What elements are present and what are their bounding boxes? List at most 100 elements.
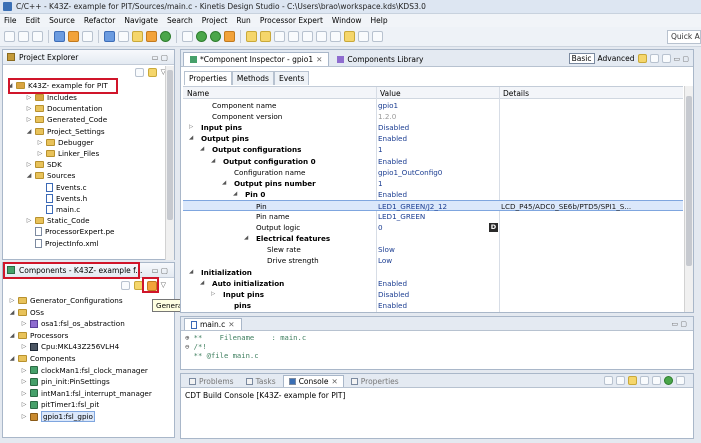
- profile-icon[interactable]: [224, 31, 235, 42]
- expand-icon[interactable]: ▷: [21, 367, 27, 374]
- close-icon[interactable]: ✕: [331, 377, 337, 386]
- terminate-icon[interactable]: [604, 376, 613, 385]
- property-value[interactable]: 1.2.0: [378, 112, 396, 121]
- property-row[interactable]: ◢ Initialization: [183, 267, 683, 278]
- expand-icon[interactable]: ◢: [9, 332, 15, 339]
- property-row[interactable]: Configuration name gpio1_OutConfig0: [183, 167, 683, 178]
- component-item[interactable]: ▷ pin_init:PinSettings: [21, 376, 110, 387]
- advanced-mode-button[interactable]: Advanced: [598, 54, 635, 63]
- property-row[interactable]: pins Enabled: [183, 300, 683, 311]
- property-row[interactable]: Component version 1.2.0: [183, 111, 683, 122]
- property-value[interactable]: 1: [378, 179, 383, 188]
- target-icon[interactable]: [118, 31, 129, 42]
- minimize-icon[interactable]: ▭ ▢: [151, 266, 168, 275]
- property-row[interactable]: Pin name LED1_GREEN: [183, 211, 683, 222]
- property-row[interactable]: Output logic 0 D: [183, 222, 683, 233]
- property-value[interactable]: Enabled: [378, 190, 407, 199]
- expand-icon[interactable]: ▷: [26, 94, 32, 101]
- menu-file[interactable]: File: [4, 16, 17, 25]
- component-item[interactable]: ◢ Components: [9, 353, 76, 364]
- pe-icon[interactable]: [146, 31, 157, 42]
- bug-icon[interactable]: [182, 31, 193, 42]
- property-value[interactable]: Enabled: [378, 279, 407, 288]
- subtab-properties[interactable]: Properties: [184, 71, 232, 85]
- expand-icon[interactable]: ▷: [26, 116, 32, 123]
- expand-icon[interactable]: ▷: [9, 297, 15, 304]
- component-item[interactable]: ▷ clockMan1:fsl_clock_manager: [21, 365, 148, 376]
- component-item[interactable]: ◢ Processors: [9, 330, 69, 341]
- property-row[interactable]: Drive strength Low: [183, 255, 683, 266]
- open-console-icon[interactable]: [676, 376, 685, 385]
- annotation-icon[interactable]: [330, 31, 341, 42]
- expand-icon[interactable]: ▷: [21, 378, 27, 385]
- inspector-scrollbar[interactable]: [684, 86, 693, 312]
- property-row[interactable]: ◢ Pin 0 Enabled: [183, 189, 683, 200]
- property-row[interactable]: ◢ Output configuration 0 Enabled: [183, 156, 683, 167]
- expand-icon[interactable]: ◢: [244, 235, 248, 241]
- tree-item[interactable]: ProcessorExpert.pe: [26, 226, 114, 237]
- tab-component-inspector[interactable]: *Component Inspector - gpio1 ✕: [183, 52, 330, 66]
- expand-icon[interactable]: ▷: [211, 291, 215, 297]
- minimize-icon[interactable]: ▭ ▢: [151, 53, 168, 62]
- scroll-thumb[interactable]: [167, 70, 173, 220]
- basic-mode-button[interactable]: Basic: [568, 53, 595, 64]
- property-value[interactable]: Enabled: [378, 301, 407, 310]
- property-row[interactable]: ▷ Input pins Disabled: [183, 122, 683, 133]
- help-icon[interactable]: [637, 54, 647, 63]
- tree-item[interactable]: ProjectInfo.xml: [26, 238, 99, 249]
- expand-icon[interactable]: ◢: [200, 146, 204, 152]
- component-item[interactable]: ▷ Generator_Configurations: [9, 295, 123, 306]
- property-value[interactable]: gpio1_OutConfig0: [378, 168, 442, 177]
- tab-problems[interactable]: Problems: [184, 376, 239, 387]
- display-console-icon[interactable]: [664, 376, 673, 385]
- build-icon[interactable]: [54, 31, 65, 42]
- pin-icon[interactable]: [316, 31, 327, 42]
- tab-components-library[interactable]: Components Library: [331, 53, 429, 66]
- back-icon[interactable]: [358, 31, 369, 42]
- component-item[interactable]: ◢ OSs: [9, 307, 44, 318]
- component-item[interactable]: ▷ pitTimer1:fsl_pit: [21, 399, 99, 410]
- forward-icon[interactable]: [661, 54, 671, 63]
- property-value[interactable]: 0: [378, 223, 383, 232]
- external-tools-icon[interactable]: [210, 31, 221, 42]
- tab-console[interactable]: Console ✕: [282, 375, 344, 387]
- expand-icon[interactable]: ▷: [21, 413, 27, 420]
- edit-icon[interactable]: [274, 31, 285, 42]
- property-row[interactable]: ◢ Auto initialization Enabled: [183, 278, 683, 289]
- pin-console-icon[interactable]: [652, 376, 661, 385]
- menu-project[interactable]: Project: [202, 16, 228, 25]
- property-value[interactable]: LED1_GREEN: [378, 212, 425, 221]
- menu-edit[interactable]: Edit: [26, 16, 41, 25]
- mark-icon[interactable]: [302, 31, 313, 42]
- property-value[interactable]: Disabled: [378, 123, 409, 132]
- tab-properties[interactable]: Properties: [346, 376, 404, 387]
- property-row[interactable]: ◢ Output pins Enabled: [183, 133, 683, 144]
- tree-item[interactable]: ▷ SDK: [26, 159, 62, 170]
- code-area[interactable]: ⊕ ** Filename : main.c ⊖ /*! ** @file ma…: [185, 333, 306, 360]
- property-value[interactable]: 1: [378, 145, 383, 154]
- scroll-thumb[interactable]: [686, 96, 692, 266]
- tree-item[interactable]: ▷ Linker_Files: [37, 148, 100, 159]
- scroll-lock-icon[interactable]: [640, 376, 649, 385]
- tree-item[interactable]: ▷ Static_Code: [26, 215, 90, 226]
- property-value[interactable]: LED1_GREEN/J2_12: [378, 202, 447, 211]
- property-row[interactable]: ◢ Output configurations 1: [183, 144, 683, 155]
- component-item[interactable]: ▷ osa1:fsl_os_abstraction: [21, 318, 125, 329]
- expand-icon[interactable]: ◢: [200, 280, 204, 286]
- tree-item[interactable]: ▷ Generated_Code: [26, 114, 107, 125]
- expand-icon[interactable]: ◢: [222, 180, 226, 186]
- expand-icon[interactable]: ◢: [9, 309, 15, 316]
- run-icon[interactable]: [196, 31, 207, 42]
- minimize-icon[interactable]: ▭ ▢: [672, 320, 687, 328]
- property-value[interactable]: gpio1: [378, 101, 398, 110]
- column-name[interactable]: Name: [187, 89, 209, 98]
- close-icon[interactable]: ✕: [228, 320, 234, 329]
- new-folder-icon[interactable]: [132, 31, 143, 42]
- component-item[interactable]: ▷ gpio1:fsl_gpio: [21, 411, 95, 422]
- tab-tasks[interactable]: Tasks: [241, 376, 281, 387]
- property-row[interactable]: ◢ Output pins number 1: [183, 178, 683, 189]
- menu-run[interactable]: Run: [236, 16, 250, 25]
- expand-icon[interactable]: ▷: [21, 320, 27, 327]
- tree-item[interactable]: ◢ Project_Settings: [26, 126, 105, 137]
- subtab-methods[interactable]: Methods: [231, 71, 274, 85]
